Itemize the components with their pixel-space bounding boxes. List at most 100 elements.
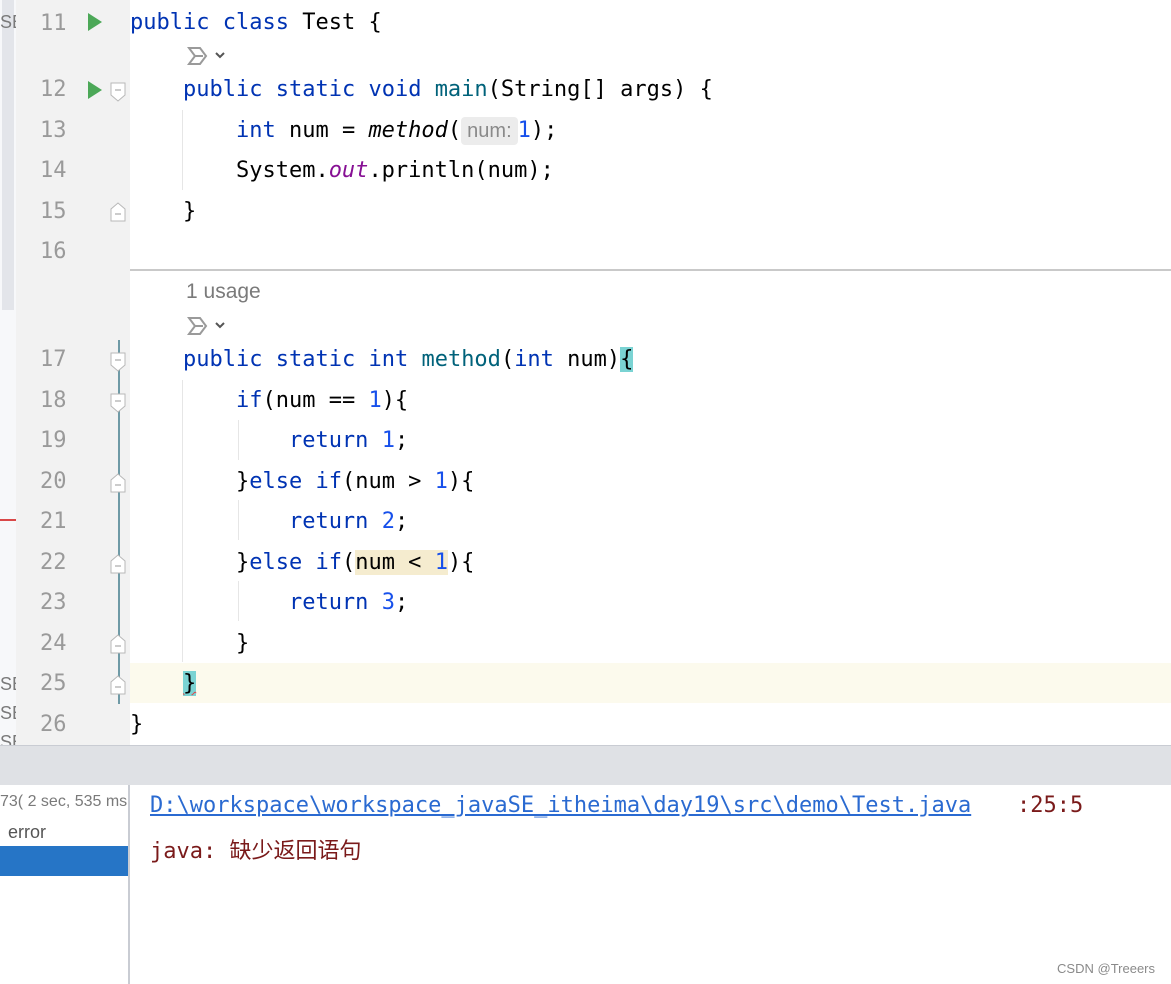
error-text: 缺少返回语句 (229, 839, 362, 864)
error-brace: } (182, 671, 197, 696)
editor-gutter: 11 12 13 14 15 16 17 18 19 20 21 22 23 2… (16, 0, 130, 745)
fold-open-icon[interactable] (110, 82, 126, 102)
build-panel-header (0, 745, 1171, 786)
project-panel-edge: SE SE SE SE (0, 0, 16, 745)
ai-assist-icon[interactable] (186, 44, 230, 68)
code-text: .println(num); (368, 158, 554, 183)
code-text: ){ (447, 550, 475, 575)
static-field: out (328, 158, 369, 183)
line-number: 15 (40, 199, 67, 224)
keyword: static (275, 77, 356, 102)
error-position: :25:5 (1017, 793, 1084, 818)
code-text: num = (275, 118, 369, 143)
scrollbar-thumb[interactable] (2, 0, 14, 310)
code-line-24[interactable]: } (130, 624, 1171, 664)
build-output: D:\workspace\workspace_javaSE_itheima\da… (130, 785, 1171, 984)
keyword: int (514, 347, 554, 372)
code-text: (String[] args) { (487, 77, 713, 102)
code-text: ( (447, 118, 462, 143)
strip-label: SE (0, 12, 16, 32)
code-text: ){ (447, 469, 475, 494)
line-number: 16 (40, 239, 67, 264)
line-number: 24 (40, 631, 67, 656)
code-line-17[interactable]: public static int method(int num){ (130, 340, 1171, 380)
method-separator (130, 269, 1171, 271)
code-text: (num > (341, 469, 435, 494)
code-line-20[interactable]: }else if(num > 1){ (130, 462, 1171, 502)
code-line-22[interactable]: }else if(num < 1){ (130, 543, 1171, 583)
parameter-hint: num: (461, 117, 518, 145)
code-text: } (182, 199, 197, 224)
code-text: ; (394, 590, 409, 615)
line-number: 21 (40, 509, 67, 534)
line-number: 11 (40, 11, 67, 36)
code-text: ; (394, 428, 409, 453)
watermark: CSDN @Treeers (1057, 961, 1155, 976)
code-line-21[interactable]: return 2; (130, 502, 1171, 542)
number-literal: 3 (381, 590, 395, 615)
line-number: 26 (40, 712, 67, 737)
code-text: ); (530, 118, 558, 143)
number-literal: 1 (434, 550, 448, 575)
keyword: if (235, 388, 263, 413)
keyword: int (368, 347, 409, 372)
run-class-icon[interactable] (88, 13, 102, 31)
fold-close-icon[interactable] (110, 473, 126, 493)
run-main-icon[interactable] (88, 81, 102, 99)
error-message: java: 缺少返回语句 (150, 833, 362, 865)
code-line-13[interactable]: int num = method(num: 1); (130, 111, 1171, 151)
keyword: return (288, 509, 369, 534)
keyword: public (182, 77, 263, 102)
fold-close-icon[interactable] (110, 675, 126, 695)
number-literal: 1 (381, 428, 395, 453)
method-name: main (434, 77, 488, 102)
code-line-11[interactable]: public class Test { (130, 3, 1171, 43)
line-number: 17 (40, 347, 67, 372)
code-line-26[interactable]: } (130, 705, 1171, 745)
selected-error-row[interactable] (0, 846, 128, 876)
code-line-23[interactable]: return 3; (130, 583, 1171, 623)
code-text: System. (235, 158, 329, 183)
fold-close-icon[interactable] (110, 634, 126, 654)
error-file-link[interactable]: D:\workspace\workspace_javaSE_itheima\da… (150, 793, 971, 818)
line-number: 14 (40, 158, 67, 183)
fold-close-icon[interactable] (110, 202, 126, 222)
matched-brace: { (620, 347, 634, 372)
build-time: 73( 2 sec, 535 ms (0, 793, 128, 810)
fold-open-icon[interactable] (110, 393, 126, 413)
code-line-19[interactable]: return 1; (130, 421, 1171, 461)
keyword: static (275, 347, 356, 372)
code-line-12[interactable]: public static void main(String[] args) { (130, 70, 1171, 110)
code-line-15[interactable]: } (130, 192, 1171, 232)
strip-label: SE (0, 703, 16, 723)
fold-close-icon[interactable] (110, 554, 126, 574)
fold-open-icon[interactable] (110, 352, 126, 372)
line-number: 12 (40, 77, 67, 102)
keyword: if (315, 469, 342, 494)
code-line-25[interactable]: } (130, 664, 1171, 704)
code-text: num) (553, 347, 621, 372)
strip-label: SE (0, 732, 16, 745)
line-number: 25 (40, 671, 67, 696)
code-line-18[interactable]: if(num == 1){ (130, 381, 1171, 421)
build-status[interactable]: error (8, 822, 46, 843)
method-name: method (421, 347, 501, 372)
code-editor[interactable]: public class Test { public static void m… (130, 0, 1171, 745)
number-literal: 2 (381, 509, 395, 534)
code-text: } (130, 712, 144, 737)
code-text: ){ (381, 388, 409, 413)
keyword: class (222, 10, 289, 35)
error-marker (0, 519, 16, 521)
keyword: int (235, 118, 276, 143)
keyword: else (249, 469, 303, 494)
code-line-14[interactable]: System.out.println(num); (130, 151, 1171, 191)
line-number: 23 (40, 590, 67, 615)
ai-assist-icon[interactable] (186, 314, 230, 338)
code-text: ( (500, 347, 515, 372)
code-text: ; (394, 509, 409, 534)
keyword: return (288, 590, 369, 615)
error-prefix: java: (150, 839, 230, 864)
code-text: } (235, 550, 250, 575)
usage-hint[interactable]: 1 usage (186, 280, 261, 304)
strip-label: SE (0, 674, 16, 694)
